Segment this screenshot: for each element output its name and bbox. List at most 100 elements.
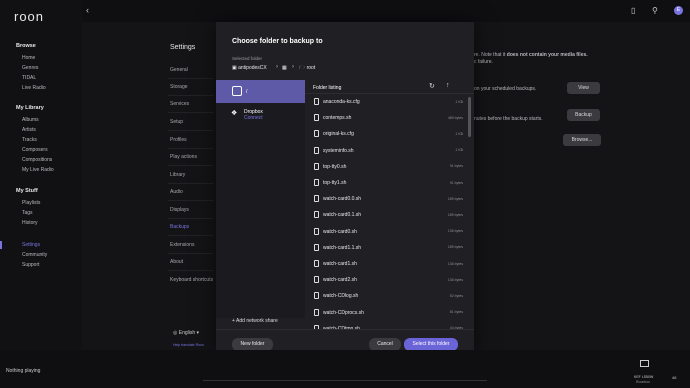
browse-button[interactable]: Browse... [563,134,601,146]
search-icon[interactable]: ⚲ [652,6,658,15]
file-row[interactable]: watch-CDlog.sh 52 bytes [305,288,466,304]
settings-nav-general[interactable]: General [170,67,188,73]
divider [168,270,214,271]
file-icon [314,243,319,251]
sidebar-item-artists[interactable]: Artists [22,127,36,133]
sidebar-item-history[interactable]: History [22,220,38,226]
sidebar-item-tidal[interactable]: TIDAL [22,75,36,81]
sidebar-item-settings[interactable]: Settings [22,242,40,248]
settings-nav-library[interactable]: Library [170,172,185,178]
avatar[interactable]: E [674,6,683,15]
file-row[interactable]: contemps.sh 489 bytes [305,110,466,126]
sidebar-item-albums[interactable]: Albums [22,117,39,123]
zone-name[interactable]: KEF LS50W [634,375,653,379]
backup-description-b: does not contain your media files. [506,52,588,58]
settings-nav-backups[interactable]: Backups [170,224,189,230]
file-icon [314,114,319,122]
progress-bar[interactable] [203,380,487,381]
folder-icon: 🗁 [299,65,306,71]
divider [168,253,214,254]
settings-nav-audio[interactable]: Audio [170,189,183,195]
sidebar-item-tags[interactable]: Tags [22,210,33,216]
file-row[interactable]: watch-card0.0.sh 189 bytes [305,191,466,207]
settings-nav-profiles[interactable]: Profiles [170,137,187,143]
settings-nav-extensions[interactable]: Extensions [170,242,194,248]
divider [168,78,214,79]
settings-nav-keyboard-shortcuts[interactable]: Keyboard shortcuts [170,277,213,283]
file-row[interactable]: systeminfo.sh 1 KB [305,143,466,159]
file-name: watch-card0.0.sh [323,196,362,203]
settings-nav-setup[interactable]: Setup [170,119,183,125]
file-size: 136 bytes [447,277,463,282]
file-icon [314,260,319,267]
sidebar-item-my-live-radio[interactable]: My Live Radio [22,167,54,173]
backup-button[interactable]: Backup [567,109,600,121]
sidebar-item-support[interactable]: Support [22,262,40,268]
file-name: original-ks.cfg [323,131,354,138]
translate-link[interactable]: Help translate Roon [173,343,204,347]
file-name: watch-card1.1.sh [323,244,362,251]
file-name: top-tty0.sh [323,163,347,170]
file-row[interactable]: watch-card0.1.sh 189 bytes [305,207,466,223]
file-row[interactable]: watch-card1.1.sh 189 bytes [305,240,466,256]
settings-nav-services[interactable]: Services [170,101,189,107]
settings-nav-displays[interactable]: Displays [170,207,189,213]
sidebar-section-library: My Library [16,105,44,111]
bookmark-icon[interactable]: ▯ [631,6,635,15]
file-icon [314,98,319,105]
file-name: systeminfo.sh [323,147,354,154]
file-row[interactable]: top-tty0.sh 91 bytes [305,159,466,175]
file-row[interactable]: watch-card2.sh 136 bytes [305,272,466,288]
breadcrumb-root[interactable]: 🗁 root [299,65,315,73]
settings-nav-about[interactable]: About [170,259,183,265]
file-size: 189 bytes [447,212,463,217]
file-icon [314,162,319,170]
sidebar-item-community[interactable]: Community [22,252,47,258]
up-arrow-icon[interactable]: ↑ [446,82,450,89]
file-row[interactable]: watch-card1.sh 136 bytes [305,256,466,272]
file-row[interactable]: top-tty1.sh 91 bytes [305,175,466,191]
sidebar-item-tracks[interactable]: Tracks [22,137,37,143]
speaker-icon[interactable] [640,360,649,367]
sidebar-item-genres[interactable]: Genres [22,65,38,71]
sidebar-section-stuff: My Stuff [16,188,38,194]
divider [168,112,214,113]
backup-start-text: nutes before the backup starts. [474,116,543,122]
sidebar-item-playlists[interactable]: Playlists [22,200,40,206]
sidebar-item-live-radio[interactable]: Live Radio [22,85,46,91]
file-row[interactable]: watch-card0.sh 136 bytes [305,224,466,240]
roon-logo[interactable]: roon [14,9,44,24]
sidebar-item-compositions[interactable]: Compositions [22,157,52,163]
file-icon [314,179,319,186]
settings-nav-storage[interactable]: Storage [170,84,188,90]
add-network-share-label: Add network share [236,318,278,324]
language-select[interactable]: ◎ English ▾ [173,330,199,336]
backup-description-2: c failure. [474,59,493,65]
dropbox-connect-link[interactable]: Connect [244,115,263,121]
file-row[interactable]: original-ks.cfg 1 KB [305,126,466,142]
file-name: anaconda-ks.cfg [323,99,360,105]
breadcrumb-device[interactable]: ▣ antipodesCX [232,65,267,71]
back-arrow-icon[interactable]: ‹ [86,5,89,15]
sidebar-item-composers[interactable]: Composers [22,147,48,153]
file-icon [314,292,319,300]
divider [168,95,214,96]
file-size: 91 bytes [449,180,463,185]
sidebar-item-home[interactable]: Home [22,55,35,61]
refresh-icon[interactable]: ↻ [429,82,435,90]
view-button[interactable]: View [567,82,600,94]
settings-nav-play-actions[interactable]: Play actions [170,154,197,160]
file-row[interactable]: anaconda-ks.cfg 1 KB [305,94,466,110]
scheduled-backups-text: on your scheduled backups. [474,86,537,92]
add-network-share-button[interactable]: + Add network share [232,318,278,324]
drive-icon [232,86,242,96]
scrollbar[interactable] [468,97,471,137]
file-icon [314,130,319,138]
location-root[interactable]: / [216,80,305,103]
file-name: top-tty1.sh [323,180,347,186]
volume-level[interactable]: 46 [672,375,676,380]
breadcrumb-device-label: antipodesCX [238,65,267,71]
drive-icon[interactable]: ▦ [282,65,287,71]
file-row[interactable]: watch-CDprocs.sh 81 bytes [305,305,466,321]
divider [168,148,214,149]
